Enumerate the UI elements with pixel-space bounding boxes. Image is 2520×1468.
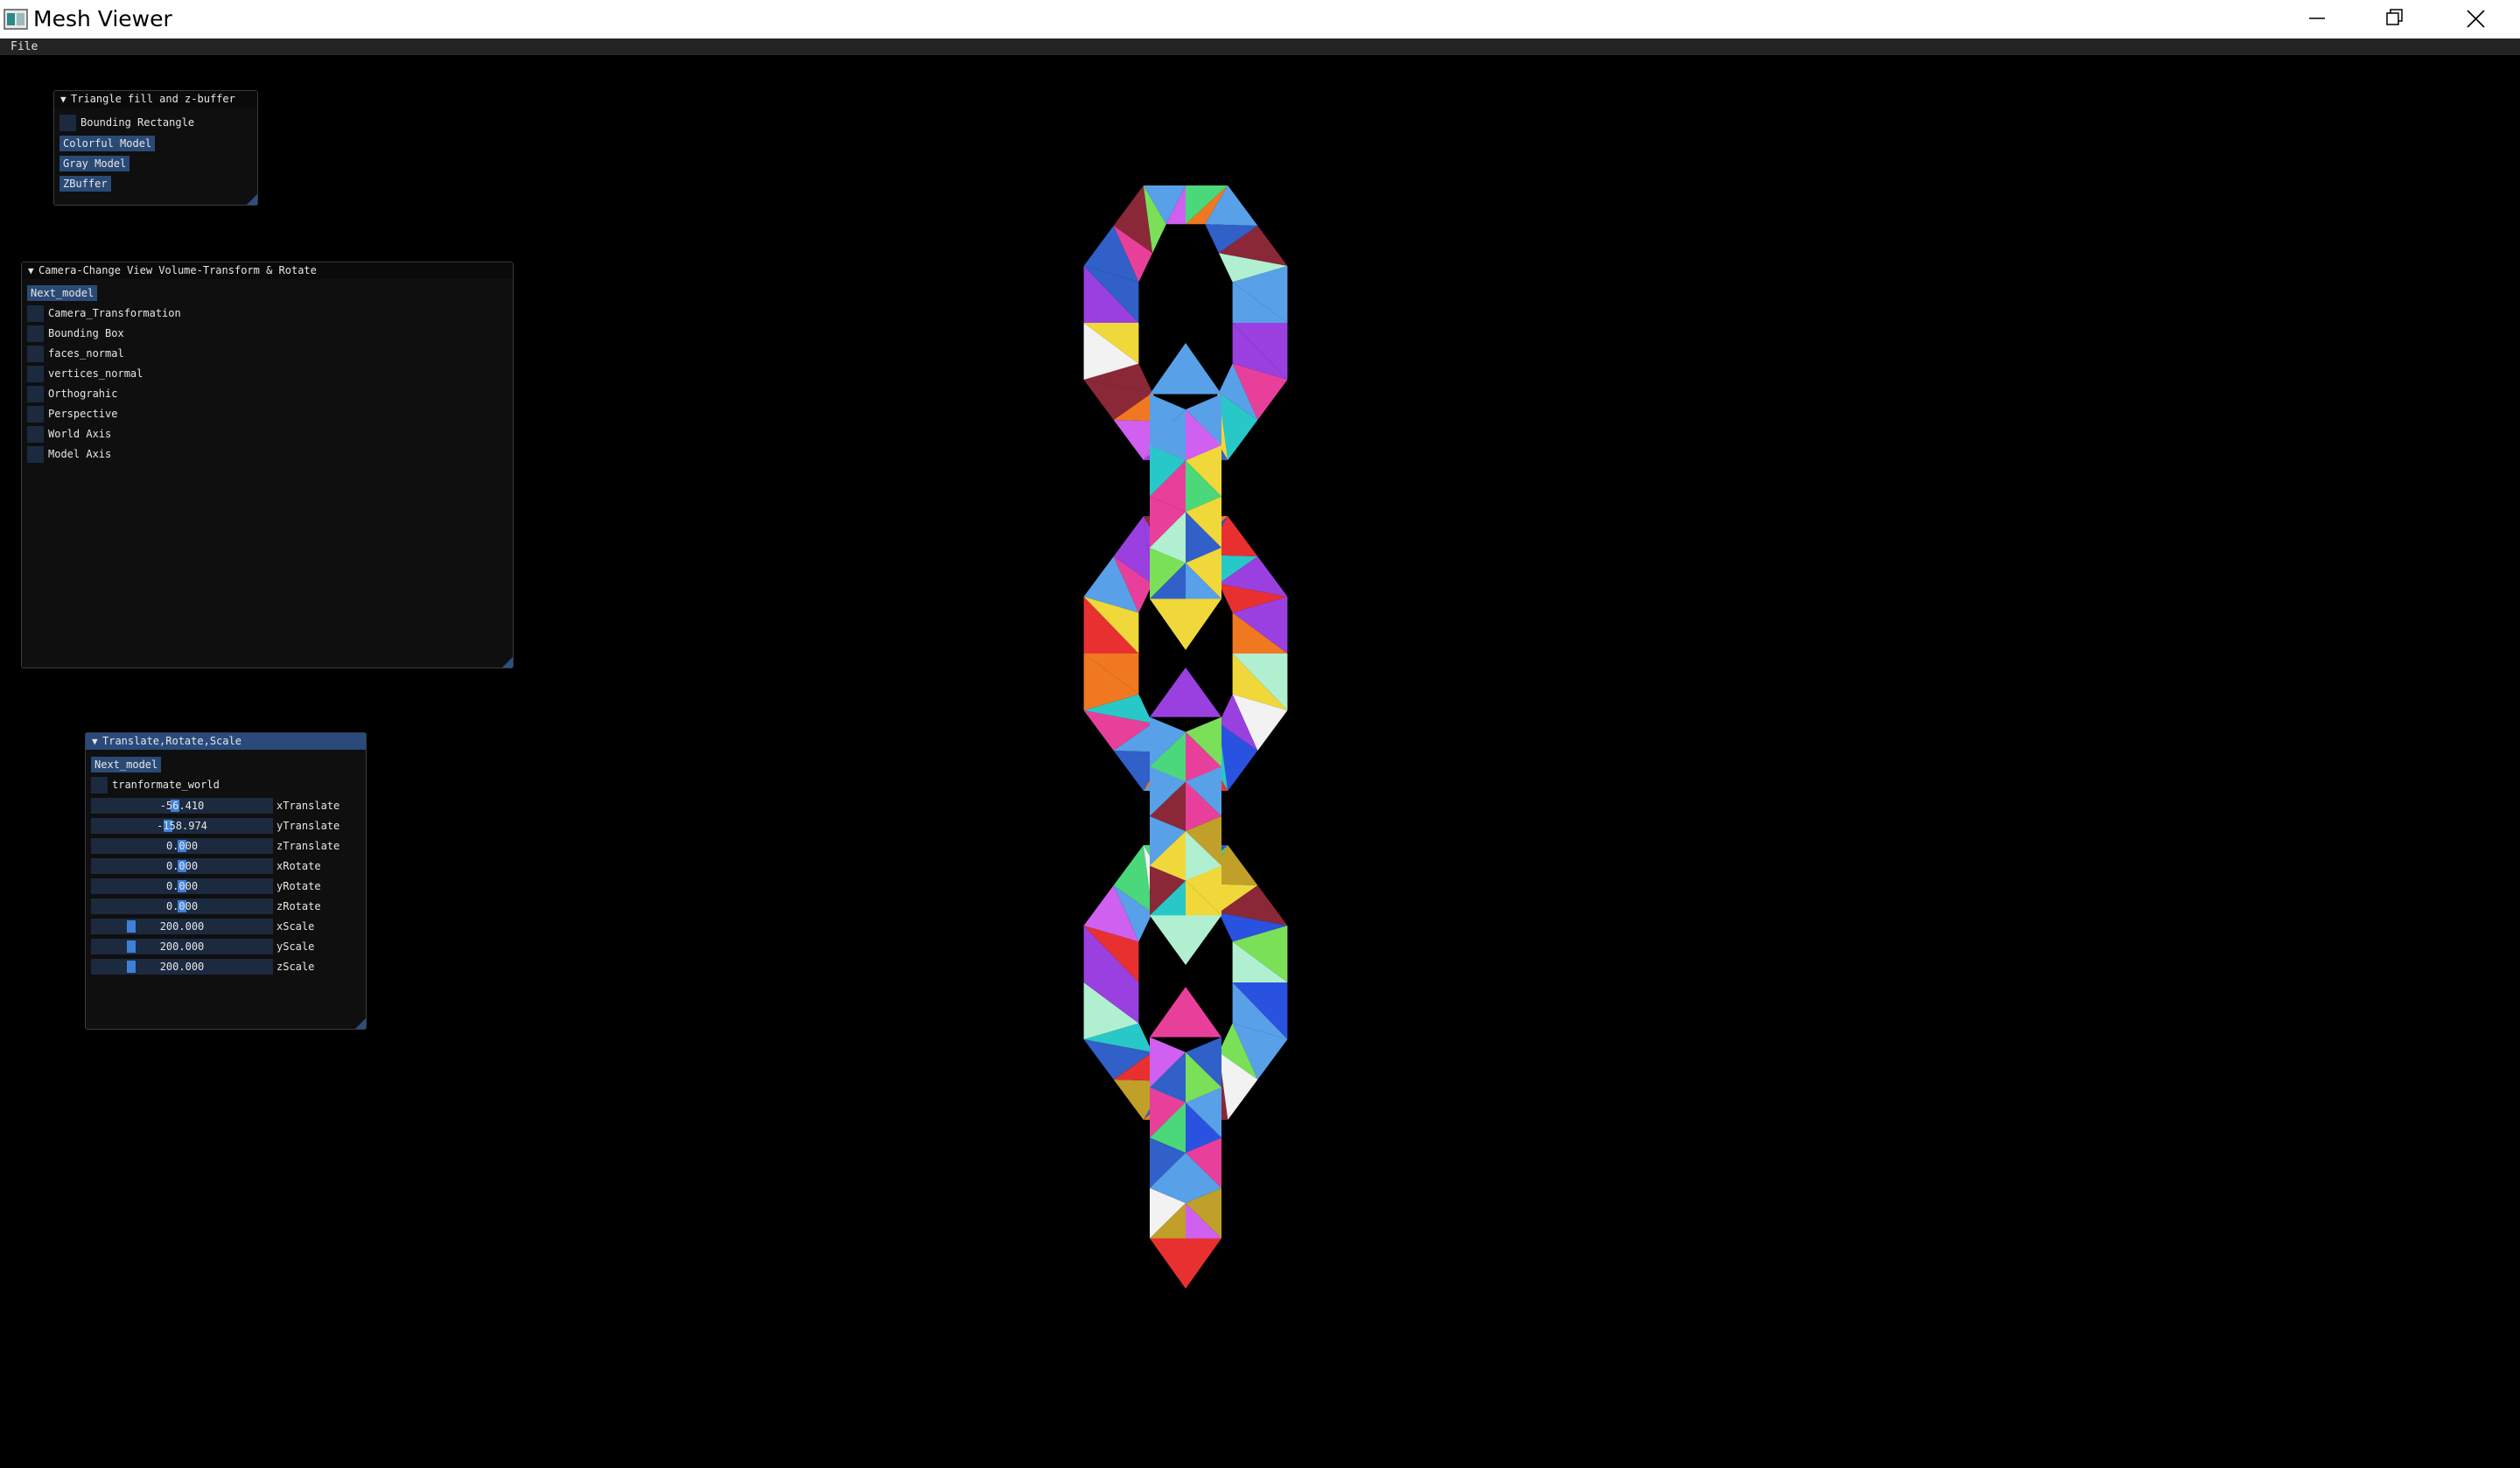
window-title: Mesh Viewer bbox=[33, 6, 172, 31]
slider-value: 200.000 bbox=[159, 961, 205, 973]
checkbox-box[interactable] bbox=[27, 325, 44, 342]
close-icon bbox=[2467, 10, 2485, 28]
slider-label: yTranslate bbox=[276, 820, 340, 832]
checkbox-label: Perspective bbox=[48, 408, 118, 420]
slider-label: yRotate bbox=[276, 880, 321, 892]
slider-ztranslate[interactable]: 0.000 zTranslate bbox=[91, 838, 340, 854]
mesh-triangle bbox=[1150, 343, 1222, 395]
slider-xrotate[interactable]: 0.000 xRotate bbox=[91, 858, 321, 874]
slider-zscale[interactable]: 200.000 zScale bbox=[91, 959, 314, 975]
checkbox-label: faces_normal bbox=[48, 347, 124, 360]
checkbox-box[interactable] bbox=[27, 305, 44, 322]
slider-value: 200.000 bbox=[159, 920, 205, 933]
checkbox-box[interactable] bbox=[27, 446, 44, 463]
camera-panel-title[interactable]: ▼ Camera-Change View Volume-Transform & R… bbox=[22, 262, 513, 279]
mesh-triangle bbox=[1150, 987, 1222, 1038]
checkbox-box[interactable] bbox=[27, 366, 44, 382]
slider-label: yScale bbox=[276, 940, 315, 953]
camera-panel: ▼ Camera-Change View Volume-Transform & R… bbox=[21, 262, 514, 668]
zbuffer-button[interactable]: ZBuffer bbox=[60, 176, 111, 192]
slider-value: -158.974 bbox=[157, 820, 207, 832]
checkbox-label: Bounding Rectangle bbox=[80, 116, 195, 129]
checkbox-label: tranformate_world bbox=[112, 779, 220, 791]
slider-value: 0.000 bbox=[165, 900, 199, 912]
minimize-button[interactable] bbox=[2277, 0, 2356, 38]
colorful-model-button[interactable]: Colorful Model bbox=[60, 136, 156, 151]
slider-zrotate[interactable]: 0.000 zRotate bbox=[91, 898, 321, 914]
slider-label: zTranslate bbox=[276, 840, 340, 852]
collapse-arrow-icon[interactable]: ▼ bbox=[28, 262, 38, 279]
collapse-arrow-icon[interactable]: ▼ bbox=[60, 91, 71, 108]
mesh-triangle bbox=[1150, 668, 1222, 717]
triangle-fill-panel-title[interactable]: ▼ Triangle fill and z-buffer bbox=[54, 91, 257, 108]
checkbox-label: Camera_Transformation bbox=[48, 307, 181, 319]
slider-yscale[interactable]: 200.000 yScale bbox=[91, 939, 314, 954]
slider-ytranslate[interactable]: -158.974 yTranslate bbox=[91, 818, 340, 834]
checkbox-label: Orthograhic bbox=[48, 388, 118, 400]
slider-value: 0.000 bbox=[165, 880, 199, 892]
mesh-triangle bbox=[1150, 1238, 1222, 1289]
slider-label: xTranslate bbox=[276, 800, 340, 812]
menu-file[interactable]: File bbox=[10, 39, 38, 54]
app-icon bbox=[4, 8, 28, 31]
gray-model-button[interactable]: Gray Model bbox=[60, 156, 130, 171]
slider-label: zRotate bbox=[276, 900, 321, 912]
camera-next-model-button[interactable]: Next_model bbox=[27, 285, 98, 301]
slider-value: 200.000 bbox=[159, 940, 205, 953]
menu-bar: File bbox=[0, 38, 2520, 55]
title-bar: Mesh Viewer bbox=[0, 0, 2520, 38]
transform-panel-title[interactable]: ▼ Translate,Rotate,Scale bbox=[86, 733, 366, 750]
checkbox-label: World Axis bbox=[48, 428, 112, 440]
checkbox-box[interactable] bbox=[91, 777, 108, 793]
checkbox-label: Model Axis bbox=[48, 448, 112, 460]
restore-icon bbox=[2386, 9, 2403, 25]
checkbox-box[interactable] bbox=[27, 406, 44, 423]
mesh-triangle bbox=[1150, 598, 1222, 650]
checkbox-label: Bounding Box bbox=[48, 327, 124, 339]
slider-xtranslate[interactable]: -56.410 xTranslate bbox=[91, 798, 340, 814]
resize-grip[interactable] bbox=[355, 1018, 366, 1029]
checkbox-label: vertices_normal bbox=[48, 367, 144, 380]
checkbox-box[interactable] bbox=[27, 386, 44, 402]
collapse-arrow-icon[interactable]: ▼ bbox=[92, 733, 102, 750]
checkbox-box[interactable] bbox=[27, 426, 44, 443]
restore-button[interactable] bbox=[2356, 0, 2434, 38]
checkbox-box[interactable] bbox=[27, 346, 44, 362]
minimize-icon bbox=[2309, 17, 2325, 19]
slider-value: 0.000 bbox=[165, 860, 199, 872]
triangle-fill-panel: ▼ Triangle fill and z-buffer Bounding Rec… bbox=[53, 90, 258, 206]
slider-label: xRotate bbox=[276, 860, 321, 872]
mesh-triangle bbox=[1150, 915, 1222, 965]
slider-label: zScale bbox=[276, 961, 315, 973]
slider-yrotate[interactable]: 0.000 yRotate bbox=[91, 878, 321, 894]
checkbox-box[interactable] bbox=[60, 115, 76, 131]
transform-next-model-button[interactable]: Next_model bbox=[91, 757, 162, 772]
resize-grip[interactable] bbox=[247, 194, 257, 205]
slider-xscale[interactable]: 200.000 xScale bbox=[91, 919, 314, 934]
slider-value: 0.000 bbox=[165, 840, 199, 852]
slider-value: -56.410 bbox=[159, 800, 205, 812]
transform-panel: ▼ Translate,Rotate,Scale Next_model tranf… bbox=[85, 732, 367, 1030]
slider-label: xScale bbox=[276, 920, 315, 933]
resize-grip[interactable] bbox=[502, 657, 513, 668]
close-button[interactable] bbox=[2436, 0, 2515, 38]
